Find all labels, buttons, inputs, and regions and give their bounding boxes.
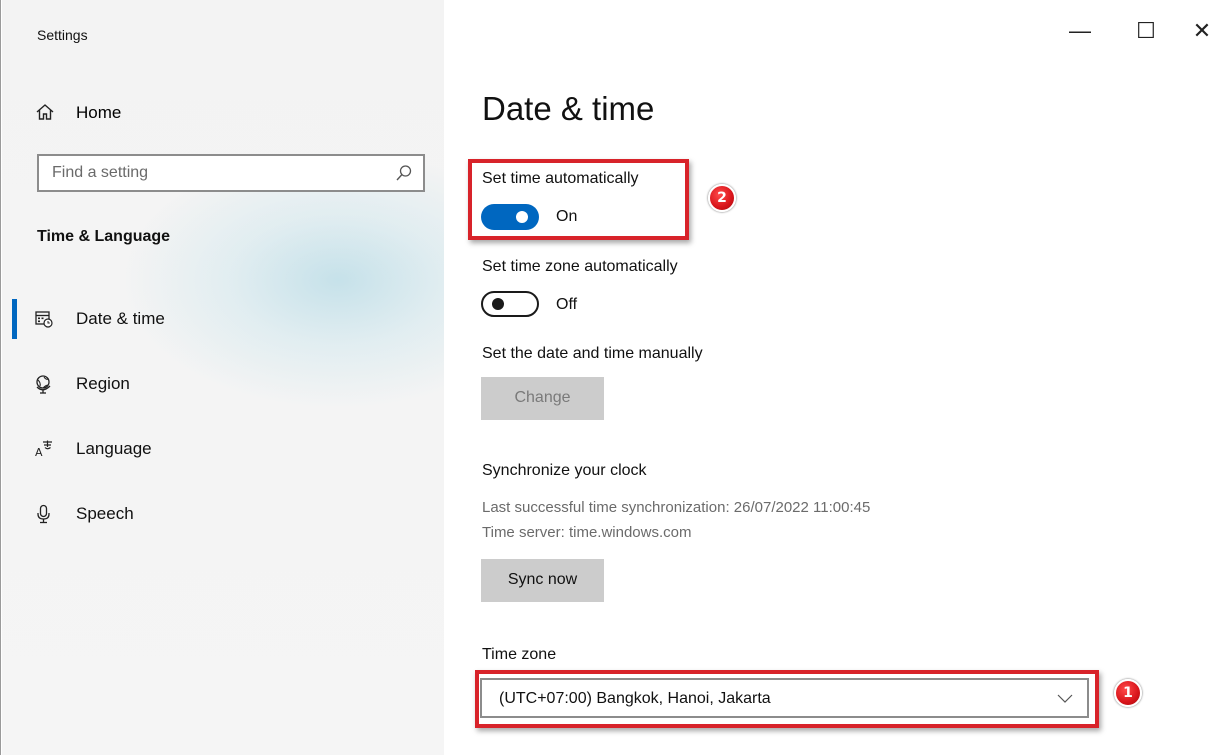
minimize-button[interactable]: —: [1060, 18, 1100, 48]
app-title: Settings: [37, 27, 88, 43]
settings-window: Settings Home Time & Language Date & tim…: [0, 0, 1226, 755]
main-content: — ☐ ✕ Date & time Set time automatically…: [444, 0, 1226, 755]
last-sync-text: Last successful time synchronization: 26…: [482, 499, 871, 516]
set-timezone-auto-toggle[interactable]: [481, 291, 539, 317]
sidebar-item-label: Speech: [76, 504, 134, 523]
globe-icon: [34, 374, 54, 394]
change-button[interactable]: Change: [481, 377, 604, 420]
highlight-box-timezone: [475, 670, 1099, 728]
close-button[interactable]: ✕: [1182, 18, 1222, 48]
calendar-clock-icon: [34, 309, 54, 329]
sidebar: Settings Home Time & Language Date & tim…: [2, 0, 444, 755]
nav-home[interactable]: Home: [2, 94, 444, 130]
maximize-button[interactable]: ☐: [1126, 18, 1166, 48]
timezone-label: Time zone: [482, 646, 557, 663]
sidebar-item-date-time[interactable]: Date & time: [2, 299, 444, 339]
set-manual-label: Set the date and time manually: [482, 345, 703, 362]
language-icon: A: [34, 439, 54, 459]
set-timezone-auto-state: Off: [556, 296, 578, 313]
set-timezone-auto-label: Set time zone automatically: [482, 258, 678, 275]
sidebar-item-label: Date & time: [76, 309, 165, 328]
search-icon[interactable]: [395, 164, 413, 182]
time-server-text: Time server: time.windows.com: [482, 524, 692, 541]
sidebar-item-speech[interactable]: Speech: [2, 494, 444, 534]
svg-text:A: A: [35, 446, 43, 459]
annotation-badge-1: 1: [1114, 679, 1142, 707]
microphone-icon: [34, 504, 54, 524]
annotation-badge-2: 2: [708, 184, 736, 212]
highlight-box-auto-time: [468, 159, 689, 240]
search-input[interactable]: [39, 156, 379, 190]
nav-home-label: Home: [76, 103, 122, 122]
section-title: Time & Language: [37, 228, 171, 245]
sync-heading: Synchronize your clock: [482, 462, 647, 479]
sync-now-button[interactable]: Sync now: [481, 559, 604, 602]
toggle-knob: [492, 298, 504, 310]
sidebar-item-region[interactable]: Region: [2, 364, 444, 404]
search-box: [37, 154, 425, 192]
sidebar-item-label: Region: [76, 374, 130, 393]
sidebar-item-language[interactable]: A Language: [2, 429, 444, 469]
sidebar-item-label: Language: [76, 439, 152, 458]
home-icon: [35, 102, 55, 122]
page-title: Date & time: [482, 90, 655, 127]
